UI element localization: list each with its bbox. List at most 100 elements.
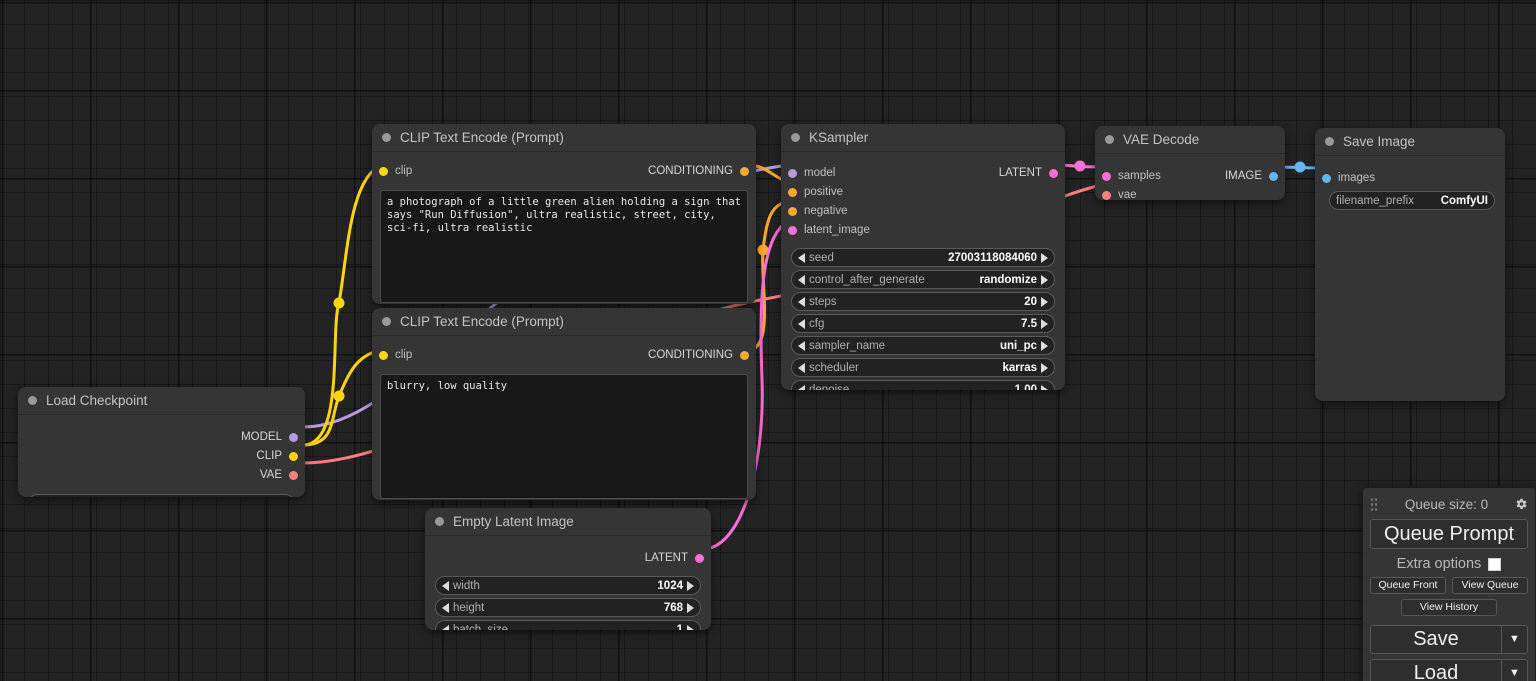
- widget-sampler-name[interactable]: sampler_name uni_pc: [791, 336, 1055, 355]
- decrement-arrow-icon[interactable]: [442, 581, 449, 591]
- increment-arrow-icon[interactable]: [687, 581, 694, 591]
- widget-filename-prefix[interactable]: filename_prefix ComfyUI: [1329, 191, 1495, 210]
- model-port-dot-icon[interactable]: [788, 169, 797, 178]
- comfyui-canvas[interactable]: CLIP Text Encode (Prompt) clip CONDITION…: [0, 0, 1536, 681]
- view-history-button[interactable]: View History: [1401, 599, 1497, 616]
- input-slot-positive[interactable]: positive: [788, 183, 843, 201]
- node-vae-decode[interactable]: VAE Decode samples IMAGE vae: [1095, 126, 1285, 200]
- node-header[interactable]: CLIP Text Encode (Prompt): [372, 124, 756, 152]
- input-slot-samples[interactable]: samples: [1102, 167, 1161, 185]
- extra-options-checkbox[interactable]: [1488, 558, 1501, 571]
- conditioning-port-dot-icon[interactable]: [788, 188, 797, 197]
- conditioning-port-dot-icon[interactable]: [740, 351, 749, 360]
- collapse-dot-icon[interactable]: [1105, 135, 1114, 144]
- widget-cfg[interactable]: cfg 7.5: [791, 314, 1055, 333]
- node-header[interactable]: VAE Decode: [1095, 126, 1285, 154]
- increment-arrow-icon[interactable]: [1041, 341, 1048, 351]
- widget-value[interactable]: 768: [664, 602, 683, 614]
- gear-icon[interactable]: [1514, 497, 1528, 511]
- queue-prompt-button[interactable]: Queue Prompt: [1370, 519, 1528, 549]
- node-empty-latent-image[interactable]: Empty Latent Image LATENT width 1024 hei…: [425, 508, 711, 630]
- widget-value[interactable]: 1.00: [1015, 384, 1037, 391]
- node-header[interactable]: CLIP Text Encode (Prompt): [372, 308, 756, 336]
- decrement-arrow-icon[interactable]: [798, 297, 805, 307]
- widget-value[interactable]: 20: [1024, 296, 1037, 308]
- increment-arrow-icon[interactable]: [1041, 275, 1048, 285]
- output-slot-conditioning[interactable]: CONDITIONING: [648, 346, 749, 364]
- widget-value[interactable]: uni_pc: [1000, 340, 1037, 352]
- output-slot-latent[interactable]: LATENT: [645, 549, 704, 567]
- widget-control-after-generate[interactable]: control_after_generate randomize: [791, 270, 1055, 289]
- output-slot-image[interactable]: IMAGE: [1225, 167, 1278, 185]
- output-slot-model[interactable]: MODEL: [241, 428, 298, 446]
- widget-height[interactable]: height 768: [435, 598, 701, 617]
- widget-value[interactable]: 1: [677, 624, 683, 631]
- node-header[interactable]: Empty Latent Image: [425, 508, 711, 536]
- node-header[interactable]: KSampler: [781, 124, 1065, 152]
- increment-arrow-icon[interactable]: [1041, 253, 1048, 263]
- collapse-dot-icon[interactable]: [435, 517, 444, 526]
- increment-arrow-icon[interactable]: [1041, 363, 1048, 373]
- node-header[interactable]: Load Checkpoint: [18, 387, 305, 415]
- view-queue-button[interactable]: View Queue: [1452, 577, 1528, 594]
- vae-port-dot-icon[interactable]: [1102, 191, 1111, 200]
- increment-arrow-icon[interactable]: [1041, 297, 1048, 307]
- queue-front-button[interactable]: Queue Front: [1370, 577, 1446, 594]
- save-dropdown-caret-icon[interactable]: ▼: [1501, 625, 1528, 654]
- collapse-dot-icon[interactable]: [382, 317, 391, 326]
- widget-denoise[interactable]: denoise 1.00: [791, 380, 1055, 390]
- increment-arrow-icon[interactable]: [1041, 319, 1048, 329]
- widget-value[interactable]: ComfyUI: [1441, 195, 1488, 207]
- increment-arrow-icon[interactable]: [687, 603, 694, 613]
- load-button[interactable]: Load: [1370, 659, 1501, 681]
- save-split-button[interactable]: Save ▼: [1370, 625, 1528, 654]
- collapse-dot-icon[interactable]: [28, 396, 37, 405]
- collapse-dot-icon[interactable]: [382, 133, 391, 142]
- load-split-button[interactable]: Load ▼: [1370, 659, 1528, 681]
- output-slot-vae[interactable]: VAE: [260, 466, 298, 484]
- increment-arrow-icon[interactable]: [687, 625, 694, 631]
- latent-port-dot-icon[interactable]: [1102, 172, 1111, 181]
- input-slot-clip[interactable]: clip: [379, 162, 412, 180]
- widget-value[interactable]: 7.5: [1021, 318, 1037, 330]
- node-header[interactable]: Save Image: [1315, 128, 1505, 156]
- output-slot-conditioning[interactable]: CONDITIONING: [648, 162, 749, 180]
- decrement-arrow-icon[interactable]: [798, 385, 805, 391]
- decrement-arrow-icon[interactable]: [442, 625, 449, 631]
- clip-port-dot-icon[interactable]: [379, 351, 388, 360]
- vae-port-dot-icon[interactable]: [289, 471, 298, 480]
- node-ksampler[interactable]: KSampler model LATENT positive: [781, 124, 1065, 390]
- node-save-image[interactable]: Save Image images filename_prefix ComfyU…: [1315, 128, 1505, 401]
- widget-value[interactable]: 1024: [657, 580, 683, 592]
- node-clip-text-encode-positive[interactable]: CLIP Text Encode (Prompt) clip CONDITION…: [372, 124, 756, 304]
- widget-ckpt-name[interactable]: sdxl/juggernautXL_v7Rundiffusion.safeten…: [28, 494, 295, 497]
- load-dropdown-caret-icon[interactable]: ▼: [1501, 659, 1528, 681]
- collapse-dot-icon[interactable]: [791, 133, 800, 142]
- decrement-arrow-icon[interactable]: [798, 275, 805, 285]
- clip-port-dot-icon[interactable]: [379, 167, 388, 176]
- decrement-arrow-icon[interactable]: [798, 319, 805, 329]
- input-slot-latent-image[interactable]: latent_image: [788, 221, 870, 239]
- widget-batch-size[interactable]: batch_size 1: [435, 620, 701, 630]
- image-port-dot-icon[interactable]: [1269, 172, 1278, 181]
- decrement-arrow-icon[interactable]: [798, 363, 805, 373]
- input-slot-clip[interactable]: clip: [379, 346, 412, 364]
- latent-port-dot-icon[interactable]: [1049, 169, 1058, 178]
- widget-value[interactable]: karras: [1002, 362, 1037, 374]
- prompt-textarea[interactable]: blurry, low quality: [380, 374, 748, 499]
- input-slot-model[interactable]: model: [788, 164, 835, 182]
- model-port-dot-icon[interactable]: [289, 433, 298, 442]
- save-button[interactable]: Save: [1370, 625, 1501, 654]
- latent-port-dot-icon[interactable]: [788, 226, 797, 235]
- decrement-arrow-icon[interactable]: [442, 603, 449, 613]
- input-slot-vae[interactable]: vae: [1102, 186, 1137, 200]
- output-slot-latent[interactable]: LATENT: [999, 164, 1058, 182]
- widget-seed[interactable]: seed 27003118084060: [791, 248, 1055, 267]
- widget-scheduler[interactable]: scheduler karras: [791, 358, 1055, 377]
- node-load-checkpoint[interactable]: Load Checkpoint MODEL CLIP VAE: [18, 387, 305, 497]
- latent-port-dot-icon[interactable]: [695, 554, 704, 563]
- widget-width[interactable]: width 1024: [435, 576, 701, 595]
- collapse-dot-icon[interactable]: [1325, 137, 1334, 146]
- output-slot-clip[interactable]: CLIP: [256, 447, 298, 465]
- decrement-arrow-icon[interactable]: [798, 253, 805, 263]
